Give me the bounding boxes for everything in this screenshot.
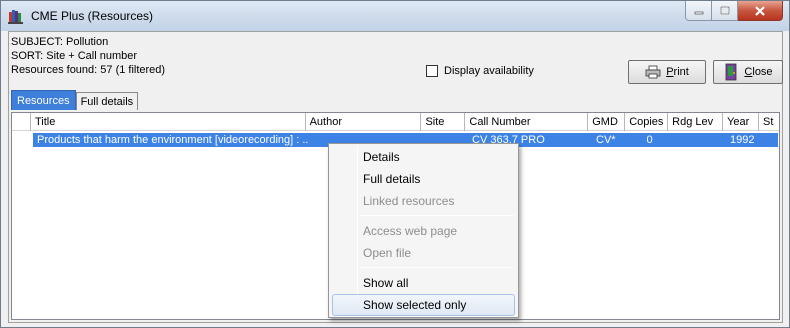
tab-strip: Resources Full details — [11, 90, 139, 110]
exit-door-icon — [726, 63, 737, 81]
menu-item-show-selected-only[interactable]: Show selected only — [332, 294, 515, 316]
menu-item-full-details[interactable]: Full details — [332, 168, 515, 190]
cell-gmd: CV* — [596, 134, 616, 146]
resources-found-text: Resources found: 57 (1 filtered) — [11, 64, 166, 76]
row-indicator-header — [12, 113, 31, 131]
menu-item-linked-resources[interactable]: Linked resources — [332, 190, 515, 212]
menu-item-show-all[interactable]: Show all — [332, 272, 515, 294]
print-button[interactable]: Print — [628, 60, 706, 84]
print-accelerator: P — [666, 66, 674, 78]
cell-title: Products that harm the environment [vide… — [37, 134, 308, 146]
menu-item-details[interactable]: Details — [332, 146, 515, 168]
title-bar[interactable]: CME Plus (Resources) — [1, 1, 789, 31]
display-availability-checkbox[interactable] — [426, 65, 438, 77]
window-title: CME Plus (Resources) — [31, 9, 154, 23]
cell-st — [762, 133, 778, 147]
column-header-copies[interactable]: Copies — [625, 113, 669, 131]
minimize-icon — [694, 11, 703, 14]
print-label: rint — [673, 66, 689, 78]
search-info: SUBJECT: Pollution SORT: Site + Call num… — [11, 35, 165, 77]
context-menu: Details Full details Linked resources Ac… — [328, 143, 519, 318]
table-header: Title Author Site Call Number GMD Copies… — [12, 113, 779, 131]
close-label: lose — [752, 66, 773, 78]
window-close-button[interactable] — [738, 1, 783, 21]
menu-separator — [360, 215, 514, 216]
column-header-call-number[interactable]: Call Number — [465, 113, 589, 131]
column-header-site[interactable]: Site — [421, 113, 466, 131]
sort-text: SORT: Site + Call number — [11, 50, 138, 62]
column-header-title[interactable]: Title — [31, 113, 306, 131]
column-header-st[interactable]: St — [759, 113, 779, 131]
cell-year: 1992 — [730, 134, 755, 146]
close-icon — [755, 5, 765, 16]
display-availability-option[interactable]: Display availability — [426, 65, 534, 77]
tab-full-details[interactable]: Full details — [75, 92, 139, 110]
column-header-author[interactable]: Author — [306, 113, 422, 131]
tab-resources[interactable]: Resources — [11, 90, 76, 110]
cell-copies: 0 — [646, 134, 653, 146]
maximize-icon — [719, 6, 730, 15]
close-button[interactable]: Close — [713, 60, 783, 84]
column-header-year[interactable]: Year — [723, 113, 760, 131]
menu-item-open-file[interactable]: Open file — [332, 242, 515, 264]
close-accelerator: C — [744, 66, 753, 78]
cell-rdg-lev — [671, 133, 726, 147]
books-app-icon — [8, 8, 24, 24]
window-controls — [685, 1, 783, 21]
printer-icon — [645, 65, 661, 79]
maximize-button[interactable] — [712, 1, 738, 21]
menu-item-access-web-page[interactable]: Access web page — [332, 220, 515, 242]
menu-separator — [360, 267, 514, 268]
subject-text: SUBJECT: Pollution — [11, 36, 109, 48]
column-header-rdg-lev[interactable]: Rdg Lev — [668, 113, 724, 131]
display-availability-label: Display availability — [444, 65, 534, 77]
column-header-gmd[interactable]: GMD — [588, 113, 626, 131]
minimize-button[interactable] — [685, 1, 712, 21]
